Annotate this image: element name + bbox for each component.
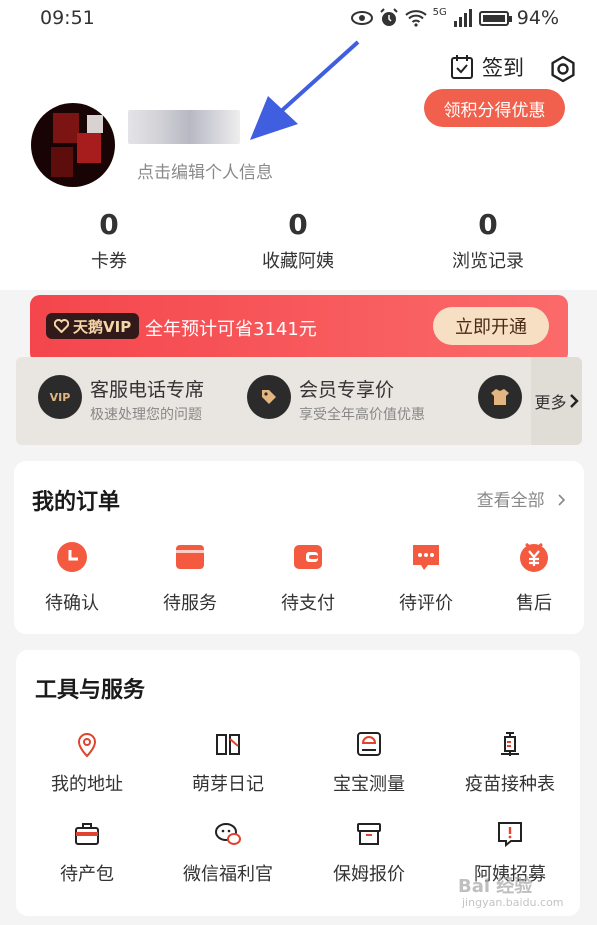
- stat-favorites[interactable]: 0 收藏阿姨: [233, 205, 363, 273]
- stat-label: 卡券: [91, 251, 127, 272]
- stat-label: 收藏阿姨: [262, 251, 334, 272]
- vip-banner[interactable]: 天鹅VIP 全年预计可省3141元 立即开通: [30, 295, 568, 363]
- stat-value: 0: [478, 208, 498, 241]
- order-pending-review[interactable]: 待评价: [376, 541, 476, 615]
- tool-label: 待产包: [60, 864, 114, 885]
- user-name-blurred[interactable]: [128, 110, 240, 144]
- tool-label: 微信福利官: [183, 864, 273, 885]
- tool-vaccine-schedule[interactable]: 疫苗接种表: [440, 730, 580, 796]
- status-icons: 5G 94%: [350, 7, 559, 29]
- signin-label: 签到: [482, 56, 524, 80]
- points-promo-pill[interactable]: 领积分得优惠: [424, 89, 565, 127]
- view-all-label: 查看全部: [476, 491, 545, 511]
- order-label: 待服务: [163, 593, 217, 614]
- signal-icon: [453, 9, 472, 27]
- order-pending-confirm[interactable]: 待确认: [22, 541, 122, 615]
- orders-title: 我的订单: [32, 490, 121, 515]
- stat-label: 浏览记录: [452, 251, 524, 272]
- vip-saving-text: 全年预计可省3141元: [145, 319, 317, 340]
- perk-member-price[interactable]: 会员专享价 享受全年高价值优惠: [247, 375, 425, 424]
- stat-coupons[interactable]: 0 卡券: [44, 205, 174, 273]
- battery-percentage: 94%: [516, 7, 559, 29]
- card-icon: [176, 545, 204, 569]
- edit-profile-link[interactable]: 点击编辑个人信息: [137, 158, 273, 183]
- settings-icon[interactable]: [548, 54, 578, 84]
- tool-wechat-benefits[interactable]: 微信福利官: [158, 820, 298, 886]
- scale-icon: [357, 732, 381, 756]
- signin-button[interactable]: 签到: [450, 52, 524, 82]
- vip-badge-label: 天鹅VIP: [73, 317, 132, 336]
- shirt-icon: [478, 375, 522, 419]
- tool-label: 宝宝测量: [333, 774, 405, 795]
- watermark-url: jingyan.baidu.com: [462, 896, 564, 909]
- network-type: 5G: [432, 7, 447, 18]
- wechat-icon: [215, 823, 241, 845]
- perk-title: 会员专享价: [299, 379, 395, 401]
- orders-card: 我的订单 查看全部 待确认 待服务 待支付 待评价 售后: [14, 461, 584, 634]
- tool-label: 我的地址: [51, 774, 123, 795]
- alarm-icon: [379, 8, 398, 26]
- chevron-right-icon: [558, 494, 566, 506]
- vip-open-button[interactable]: 立即开通: [433, 307, 549, 345]
- status-bar: 09:51 5G 94%: [0, 0, 597, 36]
- box-icon: [357, 823, 381, 845]
- price-tag-icon: [247, 375, 291, 419]
- tool-label: 保姆报价: [333, 864, 405, 885]
- eye-icon: [350, 11, 373, 25]
- notice-icon: [498, 822, 522, 848]
- order-label: 待确认: [45, 593, 99, 614]
- tools-title: 工具与服务: [35, 678, 146, 703]
- heart-icon: [54, 319, 69, 333]
- perk-subtitle: 极速处理您的问题: [90, 407, 202, 423]
- perk-hotline[interactable]: VIP 客服电话专席 极速处理您的问题: [38, 375, 204, 424]
- calendar-check-icon: [451, 55, 473, 79]
- perks-more-button[interactable]: 更多: [531, 357, 582, 445]
- perk-partial[interactable]: [478, 375, 530, 419]
- tool-maternity-bag[interactable]: 待产包: [17, 820, 157, 886]
- order-label: 待评价: [399, 593, 453, 614]
- vip-perks-bar: VIP 客服电话专席 极速处理您的问题 会员专享价 享受全年高价值优惠 更多: [16, 357, 582, 445]
- order-pending-payment[interactable]: 待支付: [258, 541, 358, 615]
- stat-value: 0: [288, 208, 308, 241]
- battery-icon: [478, 10, 512, 26]
- status-time: 09:51: [40, 7, 95, 29]
- tool-nanny-quote[interactable]: 保姆报价: [299, 820, 439, 886]
- book-icon: [216, 734, 240, 755]
- view-all-orders-link[interactable]: 查看全部: [477, 486, 566, 511]
- more-label: 更多: [534, 393, 567, 412]
- tool-label: 萌芽日记: [192, 774, 264, 795]
- bag-icon: [75, 823, 99, 845]
- yuan-icon: [520, 542, 548, 572]
- stat-value: 0: [99, 208, 119, 241]
- clock-icon: [57, 542, 87, 572]
- tool-label: 疫苗接种表: [465, 774, 555, 795]
- perk-title: 客服电话专席: [90, 379, 205, 401]
- vaccine-icon: [501, 732, 519, 756]
- chevron-right-icon: [569, 394, 579, 408]
- vip-icon: VIP: [38, 375, 82, 419]
- watermark: Bai 经验: [458, 876, 533, 897]
- avatar[interactable]: [31, 103, 115, 187]
- tool-sprout-diary[interactable]: 萌芽日记: [158, 730, 298, 796]
- perk-subtitle: 享受全年高价值优惠: [299, 407, 425, 423]
- wifi-icon: [404, 10, 427, 27]
- order-after-sales[interactable]: 售后: [484, 541, 584, 615]
- tool-my-address[interactable]: 我的地址: [17, 730, 157, 796]
- tool-baby-measure[interactable]: 宝宝测量: [299, 730, 439, 796]
- chat-icon: [413, 545, 439, 570]
- order-label: 待支付: [281, 593, 335, 614]
- stats-row: 0 卡券 0 收藏阿姨 0 浏览记录: [0, 205, 597, 281]
- order-pending-service[interactable]: 待服务: [140, 541, 240, 615]
- wallet-icon: [294, 545, 322, 569]
- stat-history[interactable]: 0 浏览记录: [423, 205, 553, 273]
- location-icon: [77, 733, 97, 758]
- order-label: 售后: [516, 593, 552, 614]
- annotation-arrow: [250, 40, 360, 140]
- vip-badge: 天鹅VIP: [46, 313, 140, 339]
